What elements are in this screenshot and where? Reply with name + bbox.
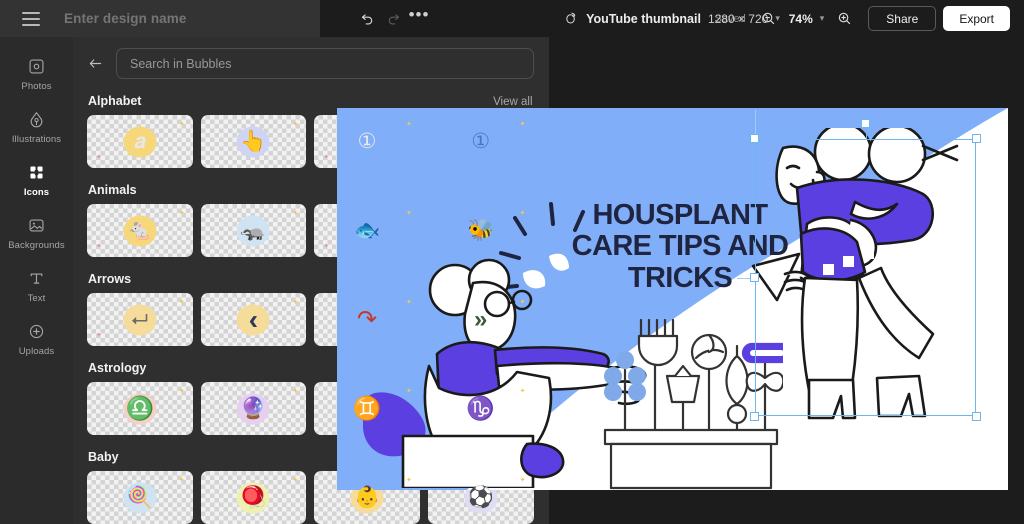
- sidebar-item-backgrounds[interactable]: Backgrounds: [4, 208, 70, 257]
- zoom-in-button[interactable]: [831, 6, 857, 32]
- image-icon: [27, 215, 47, 235]
- icon-thumbnail[interactable]: ✦ ✦ 𝒂: [87, 115, 193, 168]
- pacifier-icon: 🍭: [126, 486, 153, 509]
- category-title: Baby: [88, 450, 119, 464]
- selection-handle-left-middle[interactable]: [750, 272, 759, 282]
- search-box[interactable]: [116, 48, 534, 79]
- sidebar-item-text[interactable]: Text: [4, 261, 70, 310]
- selection-handle-top-left[interactable]: [750, 134, 759, 143]
- icon-thumbnail[interactable]: ✦ ✦ 🐁: [87, 204, 193, 257]
- curved-arrow-icon: ⮠: [131, 308, 149, 331]
- plus-circle-icon: [27, 321, 47, 341]
- category-title: Animals: [88, 183, 137, 197]
- document-info: YouTube thumbnail 1280 × 720 ▾: [564, 11, 780, 26]
- sidebar-label-icons: Icons: [23, 187, 50, 198]
- category-title: Alphabet: [88, 94, 142, 108]
- sidebar-label-backgrounds: Backgrounds: [8, 240, 65, 251]
- selection-bounding-box[interactable]: [755, 139, 976, 416]
- letter-a-icon: 𝒂: [133, 130, 146, 153]
- zoom-level-value[interactable]: 74%: [789, 12, 813, 26]
- undo-button[interactable]: [354, 6, 380, 32]
- fortune-teller-icon: 🔮: [240, 397, 267, 420]
- sidebar-item-uploads[interactable]: Uploads: [4, 314, 70, 363]
- sidebar-item-photos[interactable]: Photos: [4, 49, 70, 98]
- zoom-in-icon: [838, 12, 850, 25]
- sidebar-label-uploads: Uploads: [18, 346, 55, 357]
- selection-overlay[interactable]: [737, 110, 981, 421]
- more-dots-icon: •••: [408, 5, 430, 24]
- number-one-badge-icon: ①: [471, 130, 491, 153]
- chevron-left-icon: ‹: [248, 303, 259, 335]
- top-bar-left: [0, 0, 320, 37]
- redo-curve-arrow-icon: ↷: [357, 305, 378, 333]
- number-one-coin-icon: ①: [357, 130, 377, 153]
- selection-handle-top-right[interactable]: [972, 134, 981, 143]
- document-dimensions: 1280 × 720: [707, 11, 769, 26]
- undo-arrow-icon: [361, 14, 372, 25]
- selection-handle-bottom-right[interactable]: [972, 412, 981, 421]
- selection-handle-top-middle[interactable]: [860, 119, 870, 128]
- sidebar-label-illustrations: Illustrations: [11, 134, 62, 145]
- category-title: Astrology: [88, 361, 147, 375]
- hand-point-up-icon: 👆: [240, 130, 267, 153]
- export-button[interactable]: Export: [943, 6, 1010, 31]
- view-all-link[interactable]: View all: [493, 96, 532, 108]
- more-options-button[interactable]: •••: [406, 6, 432, 32]
- icon-thumbnail[interactable]: ✦ 🦡: [200, 204, 307, 257]
- document-title[interactable]: YouTube thumbnail: [586, 12, 701, 26]
- bee-hive-icon: 🐝: [467, 219, 494, 242]
- icon-thumbnail[interactable]: ✦ 👆: [200, 115, 307, 168]
- panel-search-row: [73, 37, 549, 89]
- double-chevron-right-icon: »: [474, 305, 488, 333]
- icon-thumbnail[interactable]: ✦ ✦ ⮠: [87, 293, 193, 346]
- zoom-chevron-down-icon[interactable]: ▾: [820, 13, 825, 24]
- photo-frame-icon: [27, 56, 47, 76]
- top-bar: ••• YouTube thumbnail 1280 × 720 ▾ Saved: [0, 0, 1024, 37]
- sidebar-label-text: Text: [27, 293, 46, 304]
- icon-thumbnail[interactable]: ✦ 🍭: [87, 471, 193, 524]
- icons-grid-icon: [27, 162, 47, 182]
- icon-thumbnail[interactable]: ✦ ♎: [87, 382, 193, 435]
- baby-ball-icon: ⚽: [467, 486, 494, 509]
- rattle-icon: 🪀: [240, 486, 267, 509]
- redo-button[interactable]: [380, 6, 406, 32]
- design-editor-app: ••• YouTube thumbnail 1280 × 720 ▾ Saved: [0, 0, 1024, 524]
- baby-icon: 👶: [353, 486, 381, 509]
- selection-handle-bottom-left[interactable]: [750, 412, 759, 421]
- document-chevron-down-icon[interactable]: ▾: [775, 13, 780, 24]
- top-bar-right: ••• YouTube thumbnail 1280 × 720 ▾ Saved: [320, 0, 1024, 37]
- gemini-icon: ♊: [352, 395, 382, 421]
- capricorn-icon: ♑: [466, 395, 495, 421]
- design-name-input[interactable]: [64, 11, 264, 26]
- pen-nib-icon: [27, 109, 47, 129]
- resize-rotate-icon[interactable]: [564, 11, 579, 26]
- search-input[interactable]: [130, 56, 520, 71]
- icon-thumbnail[interactable]: ✦ 🪀: [200, 471, 307, 524]
- red-panda-icon: 🦡: [240, 219, 267, 242]
- sidebar-item-illustrations[interactable]: Illustrations: [4, 102, 70, 151]
- fish-icon: 🐟: [353, 219, 381, 242]
- left-rail: Photos Illustrations Icons Backgrounds T…: [0, 37, 73, 524]
- text-t-icon: [27, 268, 47, 288]
- icon-thumbnail[interactable]: ✦ 🔮: [200, 382, 307, 435]
- redo-arrow-icon: [388, 14, 399, 25]
- mouse-icon: 🐁: [126, 219, 153, 242]
- hamburger-icon[interactable]: [22, 11, 40, 26]
- libra-icon: ♎: [125, 395, 155, 421]
- category-title: Arrows: [88, 272, 132, 286]
- share-button[interactable]: Share: [868, 6, 937, 31]
- back-arrow-icon[interactable]: [85, 54, 105, 74]
- sidebar-item-icons[interactable]: Icons: [4, 155, 70, 204]
- sidebar-label-photos: Photos: [21, 81, 52, 92]
- icon-thumbnail[interactable]: ✦ ‹: [200, 293, 307, 346]
